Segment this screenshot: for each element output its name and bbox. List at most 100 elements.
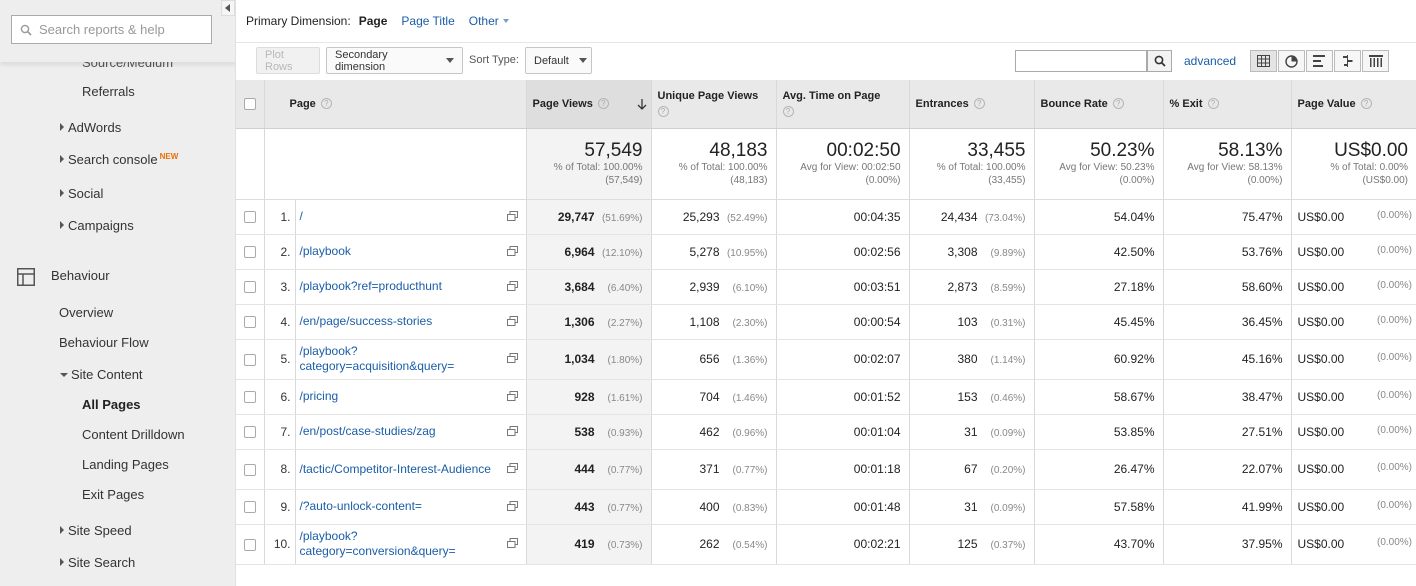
cell-value: 462	[699, 424, 720, 439]
row-checkbox[interactable]	[243, 281, 256, 294]
row-page-link[interactable]: /en/post/case-studies/zag	[300, 424, 522, 439]
exit-column-header[interactable]: % Exit?	[1163, 80, 1292, 129]
cell-value: 444	[574, 462, 595, 476]
sidebar-item-social[interactable]: Social	[60, 186, 103, 201]
row-page-views: 538 (0.93%)	[526, 414, 652, 450]
row-page-link[interactable]: /?auto-unlock-content=	[300, 499, 522, 514]
row-checkbox[interactable]	[243, 353, 256, 366]
table-filter-input[interactable]	[1015, 50, 1147, 72]
sidebar-item-all-pages[interactable]: All Pages	[82, 397, 141, 412]
external-link-icon[interactable]	[506, 463, 518, 473]
primary-dimension-page-title-link[interactable]: Page Title	[401, 14, 454, 28]
page-views-column-header[interactable]: Page Views?	[526, 80, 652, 129]
sidebar-item-site-content[interactable]: Site Content	[60, 367, 143, 382]
table-view-button[interactable]	[1250, 50, 1277, 72]
sidebar-item-landing-pages[interactable]: Landing Pages	[82, 457, 169, 472]
cell-percent: (8.59%)	[990, 282, 1026, 294]
pie-view-button[interactable]	[1278, 50, 1305, 72]
row-page-views: 443 (0.77%)	[526, 489, 652, 525]
row-page-link[interactable]: /en/page/success-stories	[300, 314, 522, 329]
secondary-dimension-dropdown[interactable]: Secondary dimension	[326, 47, 463, 74]
unique-page-views-column-header[interactable]: Unique Page Views?	[651, 80, 777, 129]
sidebar-item-exit-pages[interactable]: Exit Pages	[82, 487, 144, 502]
row-checkbox[interactable]	[243, 538, 256, 551]
row-page-link[interactable]: /playbook?ref=producthunt	[300, 279, 522, 294]
row-checkbox[interactable]	[243, 391, 256, 404]
sidebar-collapse-button[interactable]	[221, 0, 235, 16]
page-column-header[interactable]: Page?	[264, 80, 527, 129]
report-search-input[interactable]	[39, 22, 199, 37]
cell-value: 6,964	[564, 244, 595, 259]
sidebar-item-site-search[interactable]: Site Search	[60, 555, 135, 570]
sidebar-item-search-console[interactable]: Search console NEW	[60, 152, 178, 167]
row-checkbox[interactable]	[243, 426, 256, 439]
help-icon[interactable]: ?	[1207, 97, 1219, 109]
sidebar-item-label: All Pages	[82, 397, 141, 412]
entrances-column-header[interactable]: Entrances?	[909, 80, 1035, 129]
row-checkbox[interactable]	[243, 316, 256, 329]
external-link-icon[interactable]	[506, 280, 518, 291]
row-page-link[interactable]: /playbook	[300, 244, 522, 259]
table-row: 10./playbook?category=conversion&query= 4…	[236, 524, 1416, 565]
help-icon[interactable]: ?	[597, 97, 609, 109]
sidebar-item-label: Behaviour Flow	[59, 335, 149, 350]
help-icon[interactable]: ?	[973, 97, 985, 109]
table-row: 4./en/page/success-stories 1,306 (2.27%) 1,…	[236, 304, 1416, 340]
external-link-icon[interactable]	[506, 500, 518, 511]
plot-rows-button[interactable]: Plot Rows	[256, 47, 320, 74]
pivot-view-button[interactable]	[1362, 50, 1389, 72]
table-filter-search-button[interactable]	[1147, 50, 1172, 72]
external-link-icon[interactable]	[506, 425, 518, 436]
row-bounce-rate: 26.47%	[1034, 449, 1164, 490]
help-icon[interactable]: ?	[657, 106, 669, 117]
help-icon[interactable]: ?	[1112, 97, 1124, 109]
cell-value: 262	[699, 537, 720, 551]
advanced-filter-link[interactable]: advanced	[1184, 54, 1236, 68]
help-icon[interactable]: ?	[782, 106, 794, 117]
table-row: 3. /playbook?ref=producthunt 3,684 (6.40%) 2…	[236, 269, 1416, 305]
sidebar-item-content-drilldown[interactable]: Content Drilldown	[82, 427, 185, 442]
avg-time-column-header[interactable]: Avg. Time on Page?	[776, 80, 910, 129]
row-page-link[interactable]: /	[300, 209, 522, 224]
sidebar-item-campaigns[interactable]: Campaigns	[60, 218, 134, 233]
select-all-checkbox[interactable]	[243, 97, 256, 110]
comparison-view-button[interactable]	[1334, 50, 1361, 72]
performance-view-button[interactable]	[1306, 50, 1333, 72]
primary-dimension-other-dropdown[interactable]: Other	[469, 14, 509, 28]
external-link-icon[interactable]	[506, 390, 518, 401]
row-page-link[interactable]: /pricing	[300, 389, 522, 404]
cell-value: US$0.00	[1297, 537, 1345, 551]
sidebar-item-referrals[interactable]: Referrals	[82, 84, 135, 99]
help-icon[interactable]: ?	[320, 97, 332, 109]
sidebar-item-behaviour-flow[interactable]: Behaviour Flow	[59, 335, 149, 350]
row-page-link[interactable]: /playbook?category=acquisition&query=	[300, 344, 522, 374]
table-row: 2. /playbook 6,964 (12.10%) 5,278 (10.95%) 00:…	[236, 234, 1416, 270]
external-link-icon[interactable]	[506, 538, 518, 548]
sort-type-dropdown[interactable]: Default	[525, 47, 592, 74]
bounce-rate-column-header[interactable]: Bounce Rate?	[1034, 80, 1164, 129]
sidebar-item-adwords[interactable]: AdWords	[60, 120, 121, 135]
external-link-icon[interactable]	[506, 315, 518, 326]
table-row: 8. /tactic/Competitor-Interest-Audience 44…	[236, 449, 1416, 490]
help-icon[interactable]: ?	[1360, 97, 1372, 109]
row-checkbox[interactable]	[243, 501, 256, 514]
external-link-icon[interactable]	[506, 245, 518, 256]
row-checkbox[interactable]	[243, 211, 256, 224]
caret-right-icon	[60, 221, 64, 229]
row-entrances: 153 (0.46%)	[909, 379, 1035, 415]
header-label: % Exit	[1169, 97, 1203, 110]
totals-row: 57,549% of Total: 100.00% (57,549) 48,183…	[236, 128, 1416, 200]
page-value-column-header[interactable]: Page Value?	[1291, 80, 1416, 129]
row-page-link[interactable]: /playbook?category=conversion&query=	[300, 529, 522, 559]
external-link-icon[interactable]	[506, 210, 518, 221]
sidebar-item-behaviour[interactable]: Behaviour	[51, 268, 110, 283]
report-search-box[interactable]	[11, 15, 212, 44]
row-checkbox[interactable]	[243, 246, 256, 259]
row-page-views: 928 (1.61%)	[526, 379, 652, 415]
sidebar-item-site-speed[interactable]: Site Speed	[60, 523, 132, 538]
row-page-link[interactable]: /tactic/Competitor-Interest-Audience	[300, 462, 522, 477]
sidebar-item-overview[interactable]: Overview	[59, 305, 113, 320]
row-rank: 2.	[264, 234, 296, 270]
external-link-icon[interactable]	[506, 353, 518, 363]
row-checkbox[interactable]	[243, 463, 256, 476]
